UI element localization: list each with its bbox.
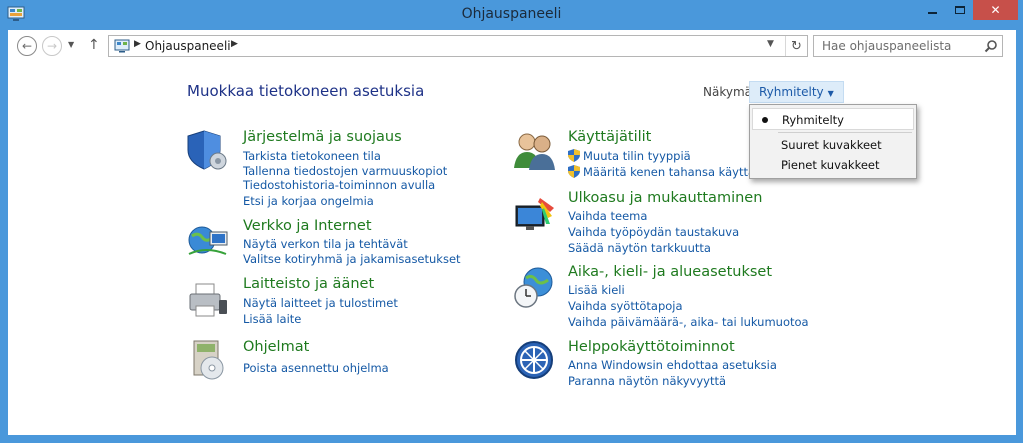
selected-bullet-icon — [762, 117, 768, 123]
uac-shield-icon — [568, 165, 580, 178]
link-desktop-background[interactable]: Vaihda työpöydän taustakuva — [568, 225, 739, 239]
link-optimize-visual-display[interactable]: Paranna näytön näkyvyyttä — [568, 374, 726, 388]
window-client-area: ← → ▼ ↑ ▶ Ohjauspaneeli ▶ ▼ ↻ Hae ohjaus… — [8, 30, 1016, 435]
close-icon: ✕ — [990, 3, 1001, 17]
link-windows-suggest-settings[interactable]: Anna Windowsin ehdottaa asetuksia — [568, 358, 777, 372]
menu-item-label: Pienet kuvakkeet — [781, 158, 880, 172]
close-button[interactable]: ✕ — [973, 0, 1018, 20]
ease-of-access-icon[interactable] — [512, 338, 556, 382]
category-programs[interactable]: Ohjelmat — [243, 339, 309, 355]
link-add-language[interactable]: Lisää kieli — [568, 283, 625, 297]
search-icon[interactable] — [984, 39, 998, 53]
back-arrow-icon: ← — [21, 39, 33, 53]
forward-button[interactable]: → — [42, 36, 62, 56]
category-appearance[interactable]: Ulkoasu ja mukauttaminen — [568, 190, 762, 206]
search-placeholder: Hae ohjauspaneelista — [822, 39, 952, 53]
refresh-button[interactable]: ↻ — [785, 36, 807, 56]
link-devices-printers[interactable]: Näytä laitteet ja tulostimet — [243, 296, 398, 310]
menu-item-label: Suuret kuvakkeet — [781, 138, 882, 152]
printer-device-icon[interactable] — [186, 278, 230, 322]
link-change-theme[interactable]: Vaihda teema — [568, 209, 647, 223]
menu-item-large-icons[interactable]: Suuret kuvakkeet — [752, 134, 914, 156]
view-dropdown[interactable]: Ryhmitelty ▼ — [749, 81, 844, 103]
link-save-backups[interactable]: Tallenna tiedostojen varmuuskopiot — [243, 164, 447, 178]
link-date-time-format[interactable]: Vaihda päivämäärä-, aika- tai lukumuotoa — [568, 315, 809, 329]
uac-shield-icon — [568, 149, 580, 162]
link-uninstall-program[interactable]: Poista asennettu ohjelma — [243, 361, 389, 375]
category-hardware-sound[interactable]: Laitteisto ja äänet — [243, 276, 374, 292]
breadcrumb-separator-icon[interactable]: ▶ — [134, 39, 141, 49]
link-file-history[interactable]: Tiedostohistoria-toiminnon avulla — [243, 178, 435, 192]
menu-item-small-icons[interactable]: Pienet kuvakkeet — [752, 154, 914, 176]
clock-globe-icon[interactable] — [512, 266, 556, 310]
title-bar: Ohjauspaneeli ✕ — [0, 0, 1023, 30]
window-title: Ohjauspaneeli — [461, 6, 562, 22]
link-check-computer-status[interactable]: Tarkista tietokoneen tila — [243, 149, 381, 163]
link-input-methods[interactable]: Vaihda syöttötapoja — [568, 299, 683, 313]
refresh-icon: ↻ — [791, 38, 802, 54]
navigation-bar: ← → ▼ ↑ ▶ Ohjauspaneeli ▶ ▼ ↻ Hae ohjaus… — [8, 30, 1016, 62]
address-dropdown-icon[interactable]: ▼ — [767, 39, 774, 49]
menu-item-grouped[interactable]: Ryhmitelty — [752, 108, 914, 130]
minimize-button[interactable] — [919, 0, 946, 20]
control-panel-icon — [114, 39, 130, 53]
category-network-internet[interactable]: Verkko ja Internet — [243, 218, 372, 234]
search-input[interactable]: Hae ohjauspaneelista — [813, 35, 1003, 57]
link-screen-resolution[interactable]: Säädä näytön tarkkuutta — [568, 241, 711, 255]
link-change-account-type-label: Muuta tilin tyyppiä — [583, 149, 691, 163]
link-troubleshoot[interactable]: Etsi ja korjaa ongelmia — [243, 194, 374, 208]
page-title: Muokkaa tietokoneen asetuksia — [187, 82, 425, 100]
link-homegroup[interactable]: Valitse kotiryhmä ja jakamisasetukset — [243, 252, 461, 266]
back-button[interactable]: ← — [17, 36, 37, 56]
network-globe-icon[interactable] — [186, 218, 230, 262]
up-arrow-icon: ↑ — [88, 37, 100, 53]
recent-locations-button[interactable]: ▼ — [68, 40, 74, 49]
appearance-monitor-icon[interactable] — [512, 194, 556, 238]
menu-separator — [778, 132, 912, 133]
view-current: Ryhmitelty — [759, 85, 824, 99]
category-clock-language-region[interactable]: Aika-, kieli- ja alueasetukset — [568, 264, 772, 280]
breadcrumb-item[interactable]: Ohjauspaneeli — [145, 39, 231, 53]
link-add-device[interactable]: Lisää laite — [243, 312, 301, 326]
view-dropdown-menu: Ryhmitelty Suuret kuvakkeet Pienet kuvak… — [749, 104, 917, 179]
category-ease-of-access[interactable]: Helppokäyttötoiminnot — [568, 339, 735, 355]
category-user-accounts[interactable]: Käyttäjätilit — [568, 129, 651, 145]
chevron-down-icon: ▼ — [827, 89, 834, 98]
chevron-down-icon: ▼ — [68, 40, 75, 49]
minimize-icon — [928, 12, 937, 14]
maximize-button[interactable] — [946, 0, 973, 20]
link-network-status[interactable]: Näytä verkon tila ja tehtävät — [243, 237, 408, 251]
category-system-security[interactable]: Järjestelmä ja suojaus — [243, 129, 402, 145]
user-accounts-icon[interactable] — [512, 128, 556, 172]
forward-arrow-icon: → — [46, 39, 58, 53]
up-button[interactable]: ↑ — [88, 37, 100, 53]
link-change-account-type[interactable]: Muuta tilin tyyppiä — [568, 149, 691, 163]
breadcrumb-separator-icon[interactable]: ▶ — [231, 39, 238, 49]
programs-icon[interactable] — [186, 338, 230, 382]
maximize-icon — [954, 6, 965, 14]
menu-item-label: Ryhmitelty — [782, 113, 844, 127]
address-bar[interactable]: ▶ Ohjauspaneeli ▶ ▼ ↻ — [108, 35, 808, 57]
shield-pc-icon[interactable] — [186, 128, 230, 172]
